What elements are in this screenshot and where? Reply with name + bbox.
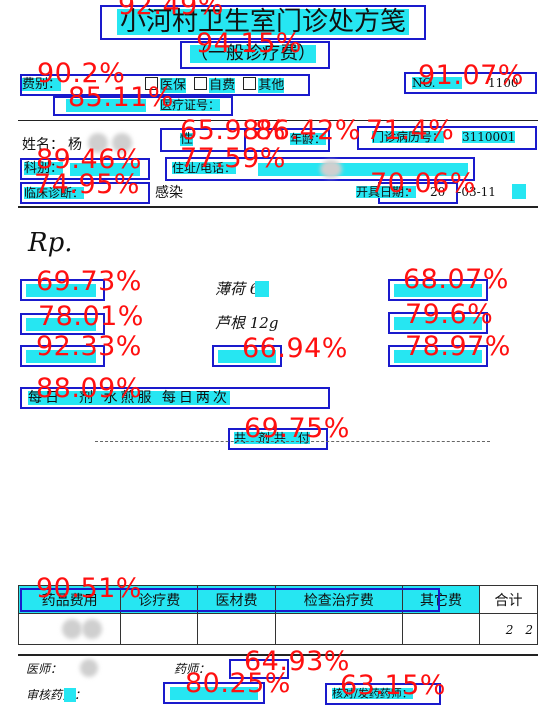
score-label: 71.4% — [366, 115, 455, 146]
redacted-blur — [80, 659, 98, 677]
check-label: 审核药师： — [26, 688, 87, 702]
score-label: 86.42% — [255, 115, 361, 146]
fee-cell — [197, 613, 276, 645]
fee-total-value: 2 2 — [479, 613, 538, 645]
fee-header-total: 合计 — [479, 584, 538, 615]
score-label: 69.73% — [36, 266, 142, 297]
score-label: 78.97% — [405, 331, 511, 362]
highlight-strip — [64, 688, 76, 702]
score-label: 63.15% — [340, 670, 446, 701]
fee-cell — [401, 613, 481, 645]
fee-option-other: 其他 — [258, 78, 285, 93]
score-label: 85.11% — [68, 82, 174, 113]
highlight-strip — [255, 281, 269, 297]
rp-mark: Rp. — [28, 228, 73, 258]
score-label: 92.33% — [36, 331, 142, 362]
score-label: 74.95% — [34, 169, 140, 200]
checkbox-icon[interactable] — [243, 77, 257, 90]
fee-cell — [274, 613, 403, 645]
score-label: 68.07% — [403, 264, 509, 295]
score-label: 69.75% — [244, 413, 350, 444]
redacted-blur — [320, 160, 342, 178]
score-label: 88.09% — [36, 373, 142, 404]
highlight-strip — [512, 184, 526, 199]
diagnosis-value: 感染 — [155, 185, 183, 201]
score-label: 79.6% — [405, 299, 494, 330]
record-value: 3110001 — [462, 130, 516, 144]
score-label: 66.94% — [242, 333, 348, 364]
score-label: 80.25% — [185, 668, 291, 699]
score-label: 92.49% — [118, 0, 224, 21]
divider — [18, 206, 538, 208]
score-label: 90.51% — [36, 573, 142, 604]
redacted-blur — [82, 619, 102, 639]
fee-option-self: 自费 — [209, 78, 236, 93]
score-label: 78.01% — [38, 301, 144, 332]
doctor-label: 医师： — [26, 662, 63, 676]
score-label: 70.06% — [370, 168, 476, 199]
fee-cell — [120, 613, 199, 645]
checkbox-icon[interactable] — [194, 77, 208, 90]
redacted-blur — [62, 619, 82, 639]
score-label: 91.07% — [418, 60, 524, 91]
score-label: 94.15% — [196, 28, 302, 59]
herb-item: 芦根 12g — [215, 314, 279, 332]
score-label: 77.59% — [180, 143, 286, 174]
